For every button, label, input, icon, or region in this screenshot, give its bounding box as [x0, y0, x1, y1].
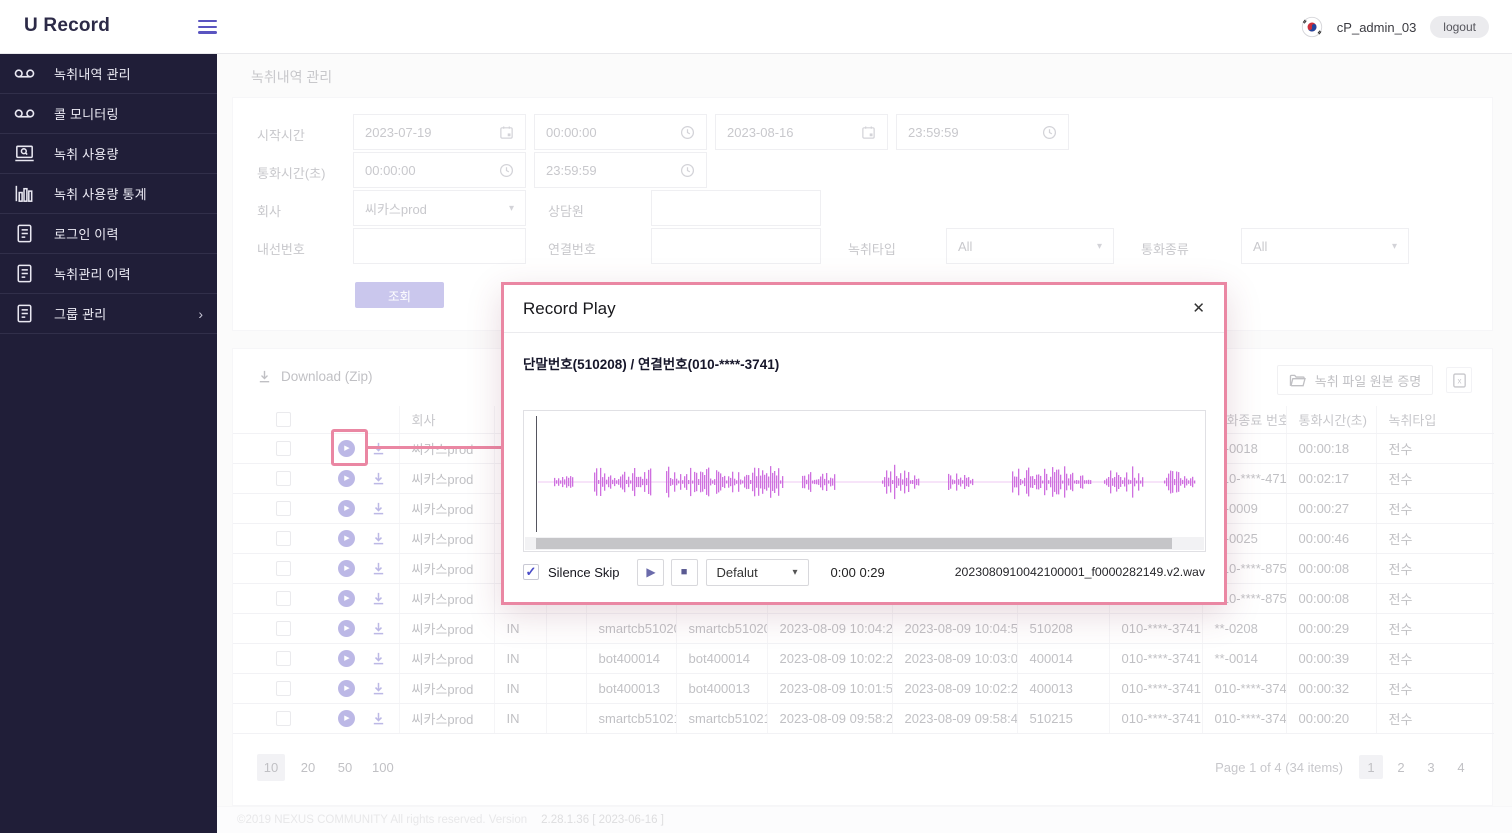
sidebar-item-label: 콜 모니터링 [54, 107, 119, 122]
document-icon [12, 222, 36, 246]
chevron-right-icon: › [198, 305, 203, 322]
logout-button[interactable]: logout [1430, 16, 1489, 38]
modal-title: Record Play [523, 298, 616, 318]
sidebar-item-label: 로그인 이력 [54, 227, 119, 242]
monitor-search-icon [12, 142, 36, 166]
annotation-connector-line [368, 446, 501, 449]
stop-button[interactable]: ■ [670, 558, 698, 586]
bar-chart-icon [12, 182, 36, 206]
sidebar-item-group-mgmt[interactable]: 그룹 관리 › [0, 294, 217, 334]
sidebar: 녹취내역 관리콜 모니터링녹취 사용량녹취 사용량 통계로그인 이력녹취관리 이… [0, 54, 217, 833]
waveform-scrollbar-track[interactable] [525, 537, 1204, 550]
record-play-modal: Record Play ✕ 단말번호(510208) / 연결번호(010-**… [501, 282, 1227, 605]
sidebar-item-record-history[interactable]: 녹취내역 관리 [0, 54, 217, 94]
voicemail-icon [12, 102, 36, 126]
annotation-highlight-box [331, 429, 368, 466]
sidebar-item-record-usage-stats[interactable]: 녹취 사용량 통계 [0, 174, 217, 214]
playback-time: 0:00 0:29 [830, 564, 885, 580]
document-icon [12, 302, 36, 326]
speed-select[interactable]: Defalut ▾ [705, 558, 809, 586]
sidebar-item-record-mgmt-history[interactable]: 녹취관리 이력 [0, 254, 217, 294]
app-logo: U Record [24, 15, 111, 36]
app-header: U Record cP_admin_03 logout [0, 0, 1512, 54]
playback-cursor [536, 416, 537, 532]
silence-skip-checkbox[interactable]: ✓ [523, 564, 539, 580]
waveform-panel[interactable] [523, 410, 1206, 552]
document-icon [12, 262, 36, 286]
waveform-scrollbar-thumb[interactable] [536, 538, 1172, 549]
voicemail-icon [12, 62, 36, 86]
waveform [538, 464, 1196, 500]
sidebar-item-label: 그룹 관리 [54, 307, 107, 322]
sidebar-item-label: 녹취내역 관리 [54, 67, 131, 82]
play-button[interactable]: ▶ [636, 558, 664, 586]
modal-subtitle: 단말번호(510208) / 연결번호(010-****-3741) [523, 357, 780, 372]
sidebar-item-label: 녹취관리 이력 [54, 267, 131, 282]
audio-filename: 2023080910042100001_f0000282149.v2.wav [954, 565, 1205, 579]
sidebar-item-label: 녹취 사용량 통계 [54, 187, 147, 202]
username: cP_admin_03 [1336, 19, 1417, 35]
sidebar-item-login-history[interactable]: 로그인 이력 [0, 214, 217, 254]
korea-flag-icon [1301, 16, 1323, 38]
chevron-down-icon: ▾ [792, 566, 798, 578]
silence-skip-label: Silence Skip [548, 564, 620, 580]
sidebar-item-label: 녹취 사용량 [54, 147, 119, 162]
hamburger-menu-icon[interactable] [198, 20, 217, 34]
close-icon[interactable]: ✕ [1192, 301, 1205, 316]
sidebar-item-call-monitoring[interactable]: 콜 모니터링 [0, 94, 217, 134]
sidebar-item-record-usage[interactable]: 녹취 사용량 [0, 134, 217, 174]
